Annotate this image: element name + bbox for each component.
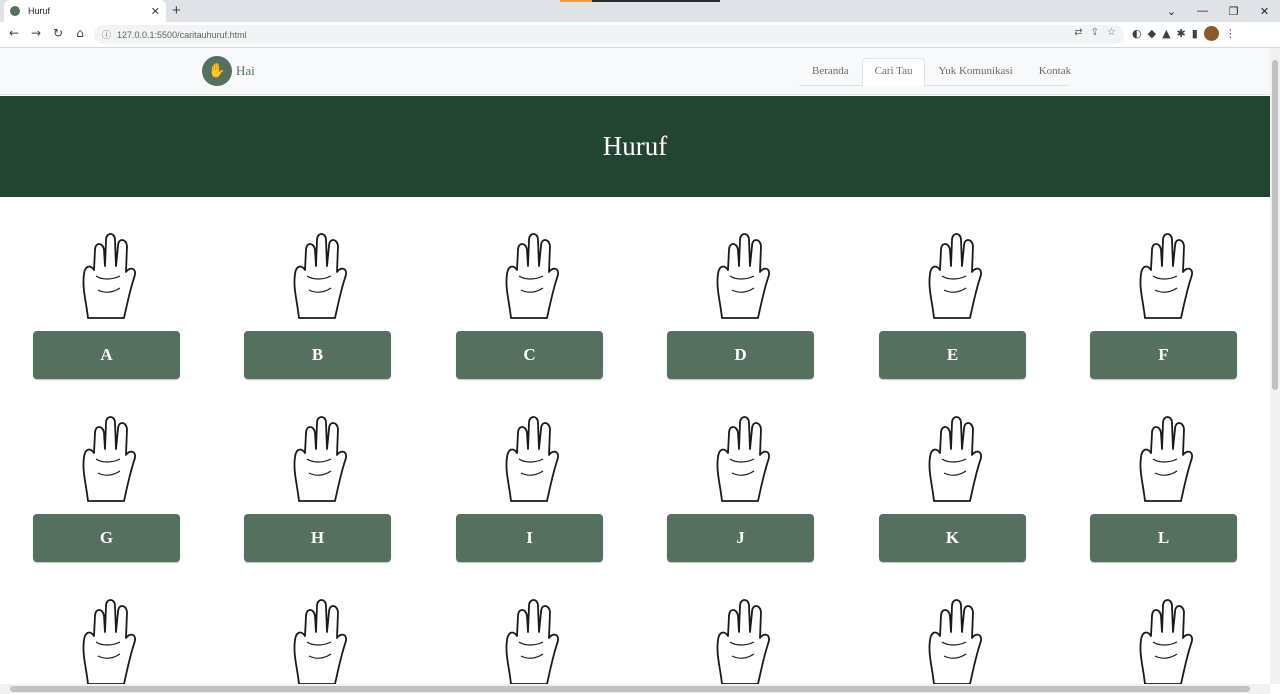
hand-sign-icon: [702, 230, 778, 322]
letter-button-b[interactable]: B: [244, 331, 391, 379]
puzzle-icon[interactable]: ✱: [1177, 27, 1186, 40]
window-controls: ⌄ — ❐ ✕: [1156, 0, 1280, 22]
hand-sign-icon: [491, 230, 567, 322]
vertical-scrollbar[interactable]: [1270, 48, 1280, 684]
hand-sign-icon: [279, 413, 355, 505]
brand-text: Hai: [236, 63, 255, 78]
hand-sign-icon: [914, 230, 990, 322]
hand-sign-icon: [702, 596, 778, 688]
hand-sign-icon: [279, 230, 355, 322]
hand-sign-icon: [279, 596, 355, 688]
hand-sign-icon: [491, 413, 567, 505]
browser-tab-strip: Huruf ✕ + ⌄ — ❐ ✕: [0, 0, 1280, 22]
letter-button-h[interactable]: H: [244, 514, 391, 562]
hand-sign-icon: [491, 596, 567, 688]
bookmark-star-icon[interactable]: ☆: [1107, 27, 1116, 38]
nav-link-cari-tau[interactable]: Cari Tau: [861, 58, 926, 86]
menu-icon[interactable]: ⋮: [1225, 27, 1236, 40]
letter-button-a[interactable]: A: [33, 331, 180, 379]
letter-button-c[interactable]: C: [456, 331, 603, 379]
navigation-buttons: ← → ↻ ⌂: [6, 26, 88, 40]
hand-sign-icon: [1125, 413, 1201, 505]
nav-links: Beranda Cari Tau Yuk Komunikasi Kontak: [799, 58, 1084, 86]
letter-button-e[interactable]: E: [879, 331, 1026, 379]
extension-fox-icon[interactable]: ▲: [1162, 27, 1170, 40]
profile-avatar[interactable]: [1203, 26, 1219, 41]
url-text: 127.0.0.1:5500/caritauhuruf.html: [117, 29, 247, 40]
letter-button-l[interactable]: L: [1090, 514, 1237, 562]
extension-icon[interactable]: ◐: [1132, 27, 1142, 40]
browser-tab[interactable]: Huruf ✕: [4, 0, 166, 22]
omnibox-actions: ⇄ ⇪ ☆: [1074, 27, 1116, 38]
sidebar-icon[interactable]: ▮: [1192, 27, 1198, 40]
home-icon[interactable]: ⌂: [72, 26, 88, 40]
letter-button-d[interactable]: D: [667, 331, 814, 379]
hand-sign-icon: [68, 413, 144, 505]
url-bar[interactable]: ⓘ 127.0.0.1:5500/caritauhuruf.html ⇄ ⇪ ☆: [94, 25, 1124, 44]
nav-link-yuk-komunikasi[interactable]: Yuk Komunikasi: [925, 58, 1025, 86]
site-navbar: ✋ Hai Beranda Cari Tau Yuk Komunikasi Ko…: [0, 48, 1270, 95]
letter-button-j[interactable]: J: [667, 514, 814, 562]
brand[interactable]: ✋ Hai: [202, 56, 255, 86]
tab-strip-accent: [560, 0, 720, 2]
nav-link-beranda[interactable]: Beranda: [799, 58, 862, 86]
forward-icon[interactable]: →: [28, 26, 44, 40]
hand-sign-icon: [1125, 230, 1201, 322]
hand-logo-icon: ✋: [202, 56, 232, 86]
translate-icon[interactable]: ⇄: [1074, 27, 1082, 38]
horizontal-scroll-thumb[interactable]: [10, 686, 1250, 692]
restore-icon[interactable]: ❐: [1218, 5, 1249, 18]
reload-icon[interactable]: ↻: [50, 26, 66, 40]
hand-sign-icon: [914, 413, 990, 505]
close-window-icon[interactable]: ✕: [1249, 5, 1280, 18]
extension-icon[interactable]: ◆: [1148, 27, 1156, 40]
favicon-icon: [10, 6, 20, 16]
letter-button-i[interactable]: I: [456, 514, 603, 562]
hero-banner: Huruf: [0, 96, 1270, 197]
letter-button-k[interactable]: K: [879, 514, 1026, 562]
nav-link-kontak[interactable]: Kontak: [1026, 58, 1084, 86]
tab-title: Huruf: [28, 6, 51, 16]
letter-button-f[interactable]: F: [1090, 331, 1237, 379]
new-tab-button[interactable]: +: [172, 2, 181, 19]
vertical-scroll-thumb[interactable]: [1272, 60, 1278, 390]
address-bar-row: ← → ↻ ⌂ ⓘ 127.0.0.1:5500/caritauhuruf.ht…: [0, 22, 1280, 48]
hand-sign-icon: [914, 596, 990, 688]
hand-sign-icon: [68, 230, 144, 322]
hand-sign-icon: [68, 596, 144, 688]
share-icon[interactable]: ⇪: [1091, 27, 1099, 38]
close-tab-icon[interactable]: ✕: [151, 5, 160, 18]
hand-sign-icon: [702, 413, 778, 505]
tab-search-icon[interactable]: ⌄: [1156, 5, 1187, 18]
tab-strip-accent-highlight: [560, 0, 592, 2]
back-icon[interactable]: ←: [6, 26, 22, 40]
site-info-icon[interactable]: ⓘ: [102, 28, 111, 41]
hand-sign-icon: [1125, 596, 1201, 688]
extensions-area: ◐ ◆ ▲ ✱ ▮ ⋮: [1132, 26, 1236, 41]
minimize-icon[interactable]: —: [1187, 5, 1218, 17]
letter-button-g[interactable]: G: [33, 514, 180, 562]
horizontal-scrollbar[interactable]: [0, 684, 1270, 694]
page-title: Huruf: [602, 131, 668, 161]
